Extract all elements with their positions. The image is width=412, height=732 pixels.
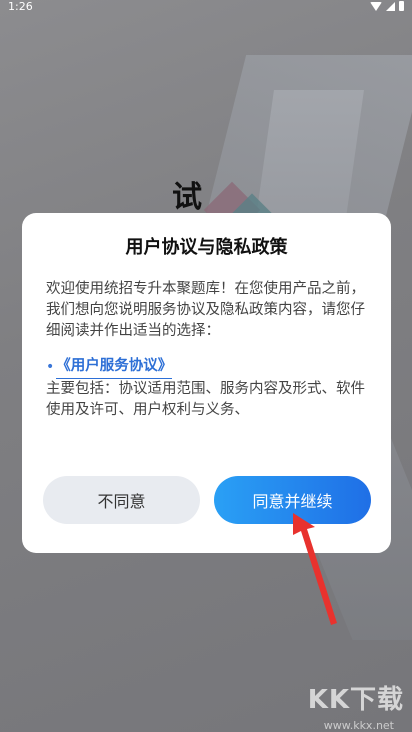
battery-icon [399,1,404,11]
disagree-button[interactable]: 不同意 [43,476,200,524]
agreement-summary: 主要包括：协议适用范围、服务内容及形式、软件使用及许可、用户权利与义务、 [46,381,365,418]
wifi-icon [370,1,382,11]
dialog-title: 用户协议与隐私政策 [125,237,288,258]
watermark-logo: KK下载 [307,685,404,715]
user-service-agreement-link[interactable]: 《用户服务协议》 [56,356,173,379]
annotation-arrow-icon [293,513,337,625]
signal-icon [386,1,395,11]
watermark-url: www.kkx.net [323,719,394,732]
status-icons [370,1,404,11]
agreement-link-row: • 《用户服务协议》 [46,356,368,379]
status-bar: 1:26 [0,0,412,14]
scroll-fade [46,431,368,453]
dialog-intro: 欢迎使用统招专升本聚题库！在您使用产品之前，我们想向您说明服务协议及隐私政策内容… [46,281,365,339]
bullet-icon: • [46,359,55,375]
agreement-dialog: 用户协议与隐私政策 欢迎使用统招专升本聚题库！在您使用产品之前，我们想向您说明服… [22,213,391,553]
background-title: 试 [172,180,202,215]
status-time: 1:26 [8,0,33,13]
dialog-body[interactable]: 欢迎使用统招专升本聚题库！在您使用产品之前，我们想向您说明服务协议及隐私政策内容… [46,279,368,451]
